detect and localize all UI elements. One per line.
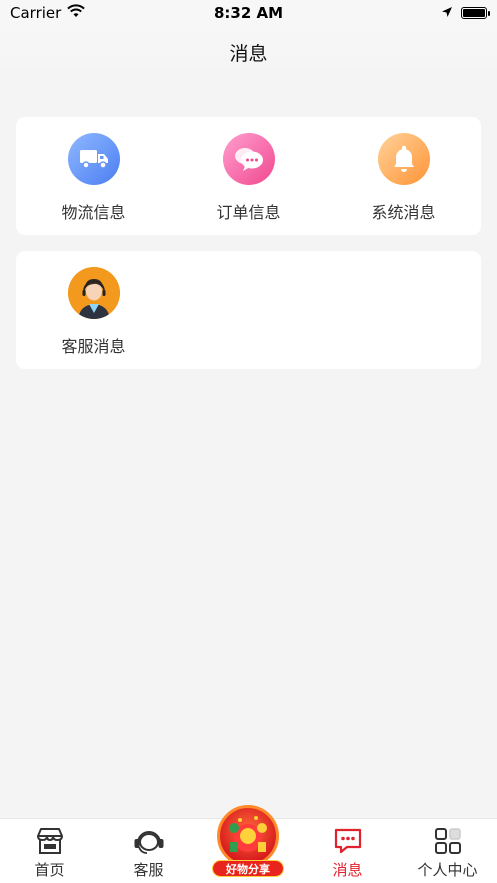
wifi-icon — [67, 4, 86, 22]
customer-service-avatar-icon — [67, 267, 120, 319]
battery-icon — [461, 7, 490, 19]
nav-bar: 消息 — [0, 26, 497, 78]
tab-messages[interactable]: 消息 — [298, 819, 397, 883]
status-left: Carrier — [10, 4, 86, 22]
logistics-info-label: 物流信息 — [61, 203, 126, 222]
logistics-info-item[interactable]: 物流信息 — [16, 117, 171, 235]
chat-bubbles-icon — [222, 133, 275, 185]
tab-home[interactable]: 首页 — [0, 819, 99, 883]
tab-messages-label: 消息 — [332, 861, 363, 879]
tab-share-goods-label: 好物分享 — [212, 860, 284, 877]
tab-personal-center[interactable]: 个人中心 — [398, 819, 497, 883]
customer-service-message-label: 客服消息 — [61, 337, 126, 356]
system-message-item[interactable]: 系统消息 — [326, 117, 481, 235]
grid-icon — [432, 825, 464, 857]
tab-customer-service-label: 客服 — [133, 861, 164, 879]
tab-personal-center-label: 个人中心 — [417, 861, 478, 879]
shop-icon — [34, 825, 66, 857]
gift-share-icon — [217, 805, 279, 867]
system-message-label: 系统消息 — [371, 203, 436, 222]
tab-customer-service[interactable]: 客服 — [99, 819, 198, 883]
service-card: 客服消息 — [16, 251, 481, 369]
tab-home-label: 首页 — [34, 861, 65, 879]
order-info-label: 订单信息 — [216, 203, 281, 222]
truck-icon — [67, 133, 120, 185]
status-bar: Carrier 8:32 AM — [0, 0, 497, 26]
message-category-card: 物流信息 订单信息 系统消息 — [16, 117, 481, 235]
order-info-item[interactable]: 订单信息 — [171, 117, 326, 235]
headset-icon — [133, 825, 165, 857]
location-arrow-icon — [441, 4, 453, 22]
carrier-label: Carrier — [10, 4, 62, 22]
status-right — [441, 4, 490, 22]
tab-share-goods[interactable]: 好物分享 — [212, 805, 284, 877]
page-title: 消息 — [229, 42, 268, 65]
customer-service-message-item[interactable]: 客服消息 — [16, 251, 171, 369]
message-icon — [332, 825, 364, 857]
bell-icon — [377, 133, 430, 185]
